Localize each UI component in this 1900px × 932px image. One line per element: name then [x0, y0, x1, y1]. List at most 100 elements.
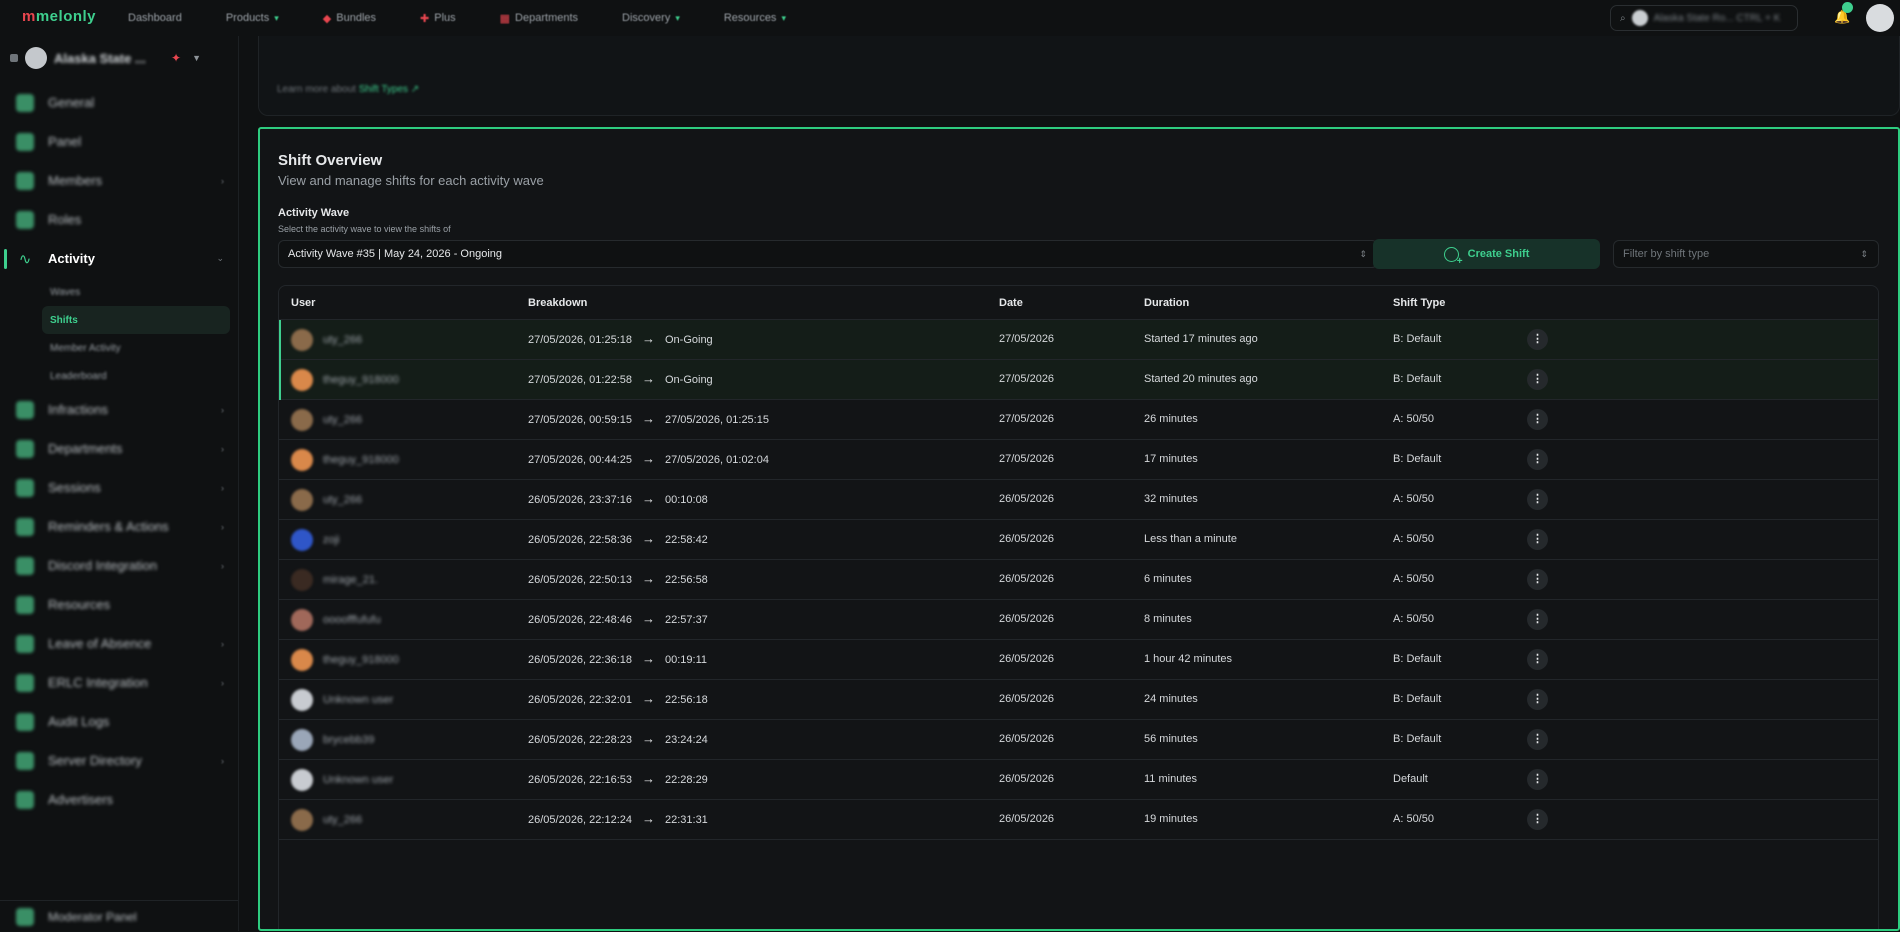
table-row[interactable]: oooofffufufu 26/05/2026, 22:48:46 → 22:57:3… [279, 600, 1878, 640]
shifts-table: User Breakdown Date Duration Shift Type … [278, 285, 1879, 929]
sidebar-item-advertisers[interactable]: Advertisers [0, 780, 238, 819]
table-row[interactable]: zoji 26/05/2026, 22:58:36 → 22:58:42 26/05/2… [279, 520, 1878, 560]
server-search[interactable]: ⌕ Alaska State Ro... CTRL + K [1610, 5, 1798, 31]
table-row[interactable]: uty_266 26/05/2026, 23:37:16 → 00:10:08 26/0… [279, 480, 1878, 520]
table-row[interactable]: uty_266 26/05/2026, 22:12:24 → 22:31:31 26/0… [279, 800, 1878, 840]
chevron-right-icon: › [221, 482, 224, 493]
duration-cell: 56 minutes [1144, 733, 1198, 745]
col-user: User [291, 297, 316, 309]
submenu-item-shifts[interactable]: Shifts [42, 306, 230, 334]
breakdown-cell: 27/05/2026, 01:25:18 → On-Going [528, 331, 713, 346]
table-row[interactable]: theguy_918000 27/05/2026, 00:44:25 → 27/05/… [279, 440, 1878, 480]
moderator-panel-link[interactable]: Moderator Panel [0, 900, 238, 932]
username: uty_266 [323, 814, 363, 826]
sidebar-item-label: Activity [48, 251, 95, 266]
chevron-right-icon: › [221, 755, 224, 766]
shift-end: 27/05/2026, 01:02:04 [664, 453, 769, 466]
chevron-down-icon: ▼ [192, 53, 201, 63]
sidebar-item-roles[interactable]: Roles [0, 200, 238, 239]
sidebar-item-departments[interactable]: Departments › [0, 429, 238, 468]
row-menu-button[interactable]: ⋮ [1527, 689, 1548, 710]
user-avatar[interactable] [1866, 4, 1894, 32]
col-breakdown: Breakdown [528, 297, 588, 309]
more-vertical-icon: ⋮ [1532, 493, 1543, 505]
logo-text: melonly [35, 8, 97, 25]
clock-plus-icon [1443, 246, 1463, 267]
row-menu-button[interactable]: ⋮ [1527, 809, 1548, 830]
table-row[interactable]: uty_266 27/05/2026, 00:59:15 → 27/05/2026, … [279, 400, 1878, 440]
submenu-item-member-activity[interactable]: Member Activity [42, 334, 230, 362]
topnav-item-discovery[interactable]: Discovery ▾ [622, 12, 680, 24]
row-menu-button[interactable]: ⋮ [1527, 609, 1548, 630]
server-selector[interactable]: Alaska State ... ✦ ▼ [10, 44, 228, 72]
submenu-label: Member Activity [50, 342, 121, 354]
shift-type-cell: B: Default [1393, 653, 1442, 665]
row-menu-button[interactable]: ⋮ [1527, 329, 1548, 350]
table-row[interactable]: Unknown user 26/05/2026, 22:16:53 → 22:28:2… [279, 760, 1878, 800]
row-menu-button[interactable]: ⋮ [1527, 769, 1548, 790]
username: zoji [323, 534, 340, 546]
sidebar-item-resources[interactable]: Resources [0, 585, 238, 624]
search-text: Alaska State Ro... CTRL + K [1653, 12, 1781, 24]
row-menu-button[interactable]: ⋮ [1527, 449, 1548, 470]
avatar [291, 569, 313, 591]
create-shift-button[interactable]: Create Shift [1373, 239, 1600, 269]
row-menu-button[interactable]: ⋮ [1527, 529, 1548, 550]
shift-types-link[interactable]: Shift Types [359, 84, 408, 95]
table-row[interactable]: brycebb39 26/05/2026, 22:28:23 → 23:24:24 26… [279, 720, 1878, 760]
sidebar-item-infractions[interactable]: Infractions › [0, 390, 238, 429]
table-row[interactable]: theguy_918000 26/05/2026, 22:36:18 → 00:19:… [279, 640, 1878, 680]
shift-start: 26/05/2026, 22:32:01 [528, 693, 632, 706]
topnav-item-departments[interactable]: ▦ Departments [500, 12, 578, 25]
sidebar-item-server-directory[interactable]: Server Directory › [0, 741, 238, 780]
sidebar-item-activity[interactable]: ∿ Activity ⌄ [0, 239, 238, 278]
row-menu-button[interactable]: ⋮ [1527, 409, 1548, 430]
date-cell: 26/05/2026 [999, 533, 1055, 545]
row-menu-button[interactable]: ⋮ [1527, 729, 1548, 750]
table-row[interactable]: mirage_21. 26/05/2026, 22:50:13 → 22:56:58 2… [279, 560, 1878, 600]
topnav-item-dashboard[interactable]: Dashboard [128, 12, 182, 24]
shift-end: 22:28:29 [664, 773, 708, 786]
sidebar-item-leave-of-absence[interactable]: Leave of Absence › [0, 624, 238, 663]
sidebar-item-panel[interactable]: Panel [0, 122, 238, 161]
card-title: Shift Overview [278, 152, 383, 169]
shift-end: 22:57:37 [664, 613, 708, 626]
submenu-item-waves[interactable]: Waves [42, 278, 230, 306]
sidebar-item-general[interactable]: General [0, 83, 238, 122]
sidebar-item-erlc-integration[interactable]: ERLC Integration › [0, 663, 238, 702]
server-menu-icon [10, 54, 18, 62]
sidebar-item-label: Leave of Absence [48, 636, 152, 651]
shift-end: 22:56:18 [664, 693, 708, 706]
notification-bell-icon[interactable]: 🔔 [1834, 2, 1853, 25]
submenu-item-leaderboard[interactable]: Leaderboard [42, 362, 230, 390]
table-row[interactable]: Unknown user 26/05/2026, 22:32:01 → 22:56:1… [279, 680, 1878, 720]
sidebar-item-discord-integration[interactable]: Discord Integration › [0, 546, 238, 585]
shift-type-cell: B: Default [1393, 693, 1442, 705]
topnav-item-resources[interactable]: Resources ▾ [724, 12, 786, 24]
sidebar-item-reminders-actions[interactable]: Reminders & Actions › [0, 507, 238, 546]
row-menu-button[interactable]: ⋮ [1527, 569, 1548, 590]
sidebar-item-sessions[interactable]: Sessions › [0, 468, 238, 507]
select-chevron-icon: ⇕ [1359, 248, 1367, 259]
breakdown-cell: 27/05/2026, 00:59:15 → 27/05/2026, 01:25:1… [528, 411, 769, 426]
chevron-down-icon: ▾ [274, 12, 279, 23]
arrow-right-icon: → [641, 811, 655, 826]
row-menu-button[interactable]: ⋮ [1527, 649, 1548, 670]
melonly-logo[interactable]: mmelonly [22, 8, 96, 25]
activity-wave-select[interactable]: Activity Wave #35 | May 24, 2026 - Ongoi… [278, 240, 1378, 268]
topnav-item-bundles[interactable]: ◆ Bundles [323, 12, 376, 25]
topnav-item-plus[interactable]: ✚ Plus [420, 12, 456, 25]
row-menu-button[interactable]: ⋮ [1527, 369, 1548, 390]
shift-type-cell: A: 50/50 [1393, 533, 1434, 545]
date-cell: 26/05/2026 [999, 573, 1055, 585]
submenu-label: Leaderboard [50, 370, 107, 382]
table-row[interactable]: theguy_918000 27/05/2026, 01:22:58 → On-Goi… [279, 360, 1878, 400]
shift-start: 26/05/2026, 22:58:36 [528, 533, 632, 546]
breakdown-cell: 26/05/2026, 22:58:36 → 22:58:42 [528, 531, 708, 546]
topnav-item-products[interactable]: Products ▾ [226, 12, 279, 24]
row-menu-button[interactable]: ⋮ [1527, 489, 1548, 510]
shift-type-filter[interactable]: Filter by shift type ⇕ [1613, 240, 1879, 268]
table-row[interactable]: uty_266 27/05/2026, 01:25:18 → On-Going 27/0… [279, 320, 1878, 360]
sidebar-item-audit-logs[interactable]: Audit Logs [0, 702, 238, 741]
sidebar-item-members[interactable]: Members › [0, 161, 238, 200]
